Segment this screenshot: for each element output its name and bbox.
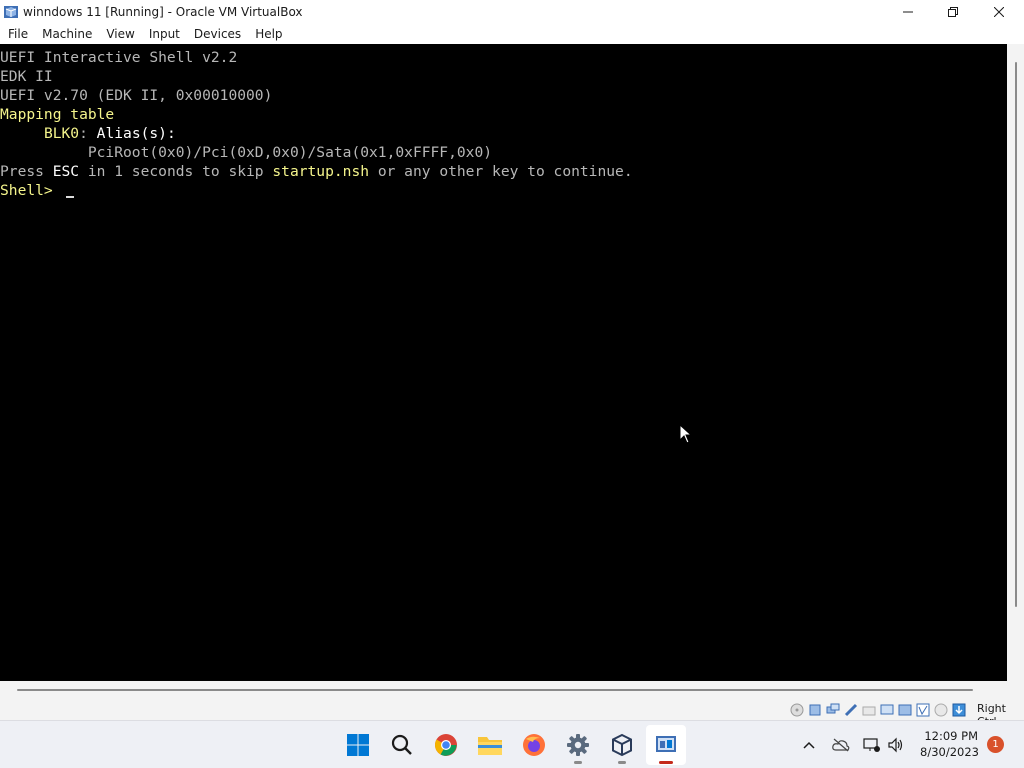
terminal-line: BLK0: Alias(s):: [0, 124, 176, 143]
keyboard-capture-icon[interactable]: [950, 701, 967, 718]
onedrive-tray-button[interactable]: [831, 735, 851, 755]
terminal-text: BLK0: [43, 125, 80, 142]
vertical-scrollbar[interactable]: [1007, 44, 1024, 681]
network-tray-button[interactable]: [862, 735, 882, 755]
hard-disk-icon[interactable]: [806, 701, 823, 718]
terminal-line: Mapping table: [0, 106, 115, 123]
mouse-pointer-icon: [679, 424, 693, 444]
display-icon[interactable]: [878, 701, 895, 718]
running-indicator: [574, 761, 582, 764]
taskbar-file-explorer[interactable]: [470, 725, 510, 765]
optical-drive-icon[interactable]: [788, 701, 805, 718]
search-button[interactable]: [382, 725, 422, 765]
taskbar-settings[interactable]: [558, 725, 598, 765]
menu-file[interactable]: File: [0, 23, 35, 44]
vm-display[interactable]: UEFI Interactive Shell v2.2 EDK II UEFI …: [0, 44, 1007, 681]
usb-icon[interactable]: [842, 701, 859, 718]
vm-window-icon: [656, 736, 676, 752]
terminal-text: Press: [0, 163, 53, 180]
terminal-text: Alias(s):: [87, 125, 176, 142]
speaker-icon: [888, 737, 903, 753]
minimize-button[interactable]: [885, 0, 931, 23]
taskbar-vm-window[interactable]: [646, 725, 686, 765]
vertical-scroll-thumb[interactable]: [1015, 62, 1017, 607]
taskbar-virtualbox-manager[interactable]: [602, 725, 642, 765]
terminal-text: startup.nsh: [272, 163, 370, 180]
close-button[interactable]: [976, 0, 1022, 23]
menu-machine[interactable]: Machine: [35, 23, 99, 44]
minimize-icon: [903, 11, 913, 12]
chevron-up-icon: [803, 741, 815, 749]
show-hidden-icons-button[interactable]: [799, 735, 819, 755]
windows-start-icon: [347, 734, 369, 756]
horizontal-scroll-thumb[interactable]: [17, 689, 973, 691]
window-title: winndows 11 [Running] - Oracle VM Virtua…: [23, 4, 303, 19]
status-bar: Right Ctrl: [0, 699, 1024, 728]
network-icon[interactable]: [824, 701, 841, 718]
cloud-offline-icon: [832, 738, 850, 752]
terminal-line: PciRoot(0x0)/Pci(0xD,0x0)/Sata(0x1,0xFFF…: [0, 144, 493, 161]
notification-badge[interactable]: 1: [987, 736, 1004, 753]
terminal-text: :: [79, 125, 88, 142]
video-capture-icon[interactable]: [896, 701, 913, 718]
virtualbox-cube-icon: [612, 733, 632, 757]
windows-taskbar: 12:09 PM 8/30/2023: [0, 720, 1024, 768]
menu-input[interactable]: Input: [142, 23, 187, 44]
gear-icon: [567, 734, 589, 756]
terminal-line: Press ESC in 1 seconds to skip startup.n…: [0, 162, 633, 181]
menu-view[interactable]: View: [99, 23, 141, 44]
shell-prompt: Shell>: [0, 182, 62, 199]
search-icon: [391, 734, 412, 755]
terminal-line: UEFI Interactive Shell v2.2: [0, 49, 238, 66]
menu-devices[interactable]: Devices: [187, 23, 248, 44]
horizontal-scrollbar[interactable]: [0, 681, 1024, 699]
text-cursor: [65, 196, 74, 198]
terminal-text: or any other key to continue.: [369, 163, 633, 180]
network-disconnected-icon: [863, 738, 880, 752]
mouse-integration-icon[interactable]: [932, 701, 949, 718]
terminal-line: UEFI v2.70 (EDK II, 0x00010000): [0, 87, 273, 104]
active-indicator: [659, 761, 673, 764]
menu-bar: File Machine View Input Devices Help: [0, 23, 1024, 44]
running-indicator: [618, 761, 626, 764]
close-icon: [994, 6, 1004, 17]
maximize-button[interactable]: [930, 0, 976, 23]
menu-help[interactable]: Help: [248, 23, 289, 44]
taskbar-chrome[interactable]: [426, 725, 466, 765]
shared-folders-icon[interactable]: [860, 701, 877, 718]
clock-time: 12:09 PM: [924, 729, 978, 743]
title-bar: winndows 11 [Running] - Oracle VM Virtua…: [0, 0, 1024, 23]
firefox-icon: [523, 734, 545, 756]
terminal-line: EDK II: [0, 68, 53, 85]
clock[interactable]: 12:09 PM 8/30/2023: [920, 728, 979, 760]
volume-tray-button[interactable]: [886, 735, 906, 755]
start-button[interactable]: [338, 725, 378, 765]
taskbar-firefox[interactable]: [514, 725, 554, 765]
virtualization-icon[interactable]: [914, 701, 931, 718]
clock-date: 8/30/2023: [920, 745, 979, 759]
virtualbox-app-icon: [4, 5, 18, 18]
terminal-text: in 1 seconds to skip: [79, 163, 273, 180]
restore-icon: [948, 6, 958, 17]
shell-prompt-line[interactable]: Shell>: [0, 181, 74, 200]
folder-icon: [478, 737, 502, 755]
terminal-text: ESC: [52, 163, 80, 180]
chrome-icon: [435, 734, 457, 756]
